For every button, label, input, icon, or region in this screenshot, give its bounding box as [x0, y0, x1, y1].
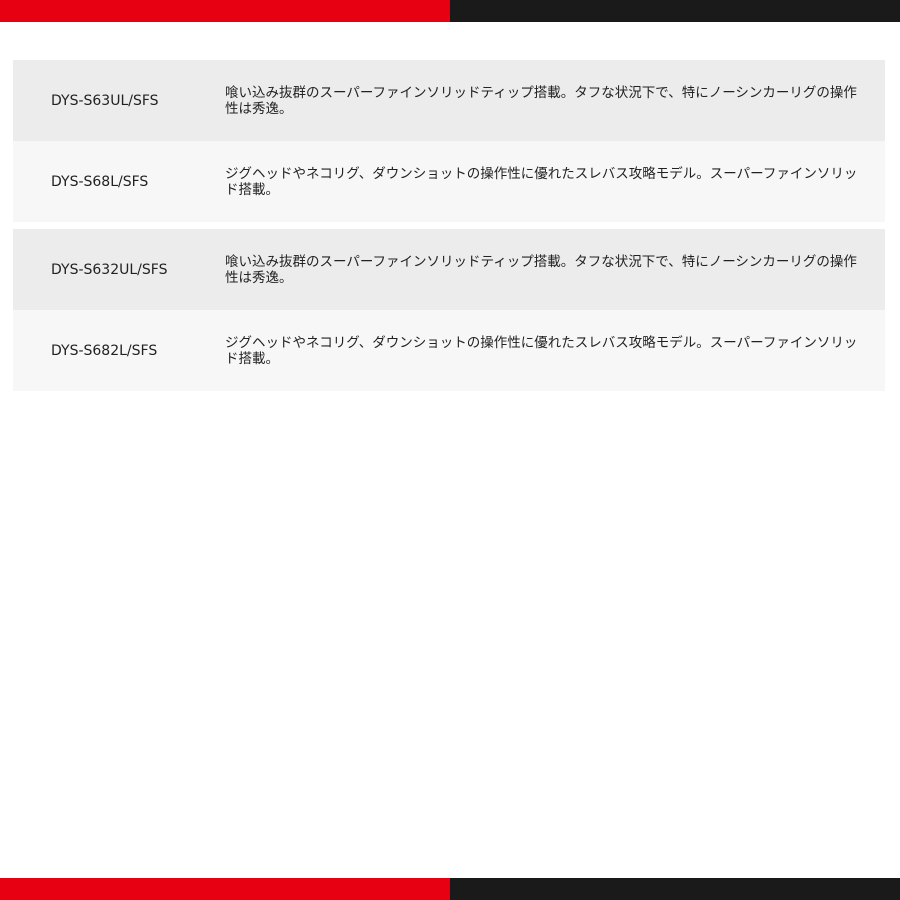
- model-name: DYS-S68L/SFS: [51, 173, 149, 190]
- model-description: ジグヘッドやネコリグ、ダウンショットの操作性に優れたスレバス攻略モデル。スーパー…: [225, 165, 858, 198]
- table-row: DYS-S63UL/SFS 喰い込み抜群のスーパーファインソリッドティップ搭載。…: [13, 60, 885, 141]
- model-description: 喰い込み抜群のスーパーファインソリッドティップ搭載。タフな状況下で、特にノーシン…: [225, 253, 857, 286]
- bottom-bar-red-segment: [0, 878, 450, 900]
- model-table: DYS-S63UL/SFS 喰い込み抜群のスーパーファインソリッドティップ搭載。…: [13, 60, 885, 391]
- model-name: DYS-S682L/SFS: [51, 342, 158, 359]
- top-bar-red-segment: [0, 0, 450, 22]
- model-description: 喰い込み抜群のスーパーファインソリッドティップ搭載。タフな状況下で、特にノーシン…: [225, 84, 857, 117]
- bottom-bar-black-segment: [450, 878, 900, 900]
- bottom-accent-bar: [0, 878, 900, 900]
- model-name: DYS-S632UL/SFS: [51, 261, 168, 278]
- table-row: DYS-S632UL/SFS 喰い込み抜群のスーパーファインソリッドティップ搭載…: [13, 229, 885, 310]
- model-description: ジグヘッドやネコリグ、ダウンショットの操作性に優れたスレバス攻略モデル。スーパー…: [225, 334, 858, 367]
- top-accent-bar: [0, 0, 900, 22]
- table-row: DYS-S682L/SFS ジグヘッドやネコリグ、ダウンショットの操作性に優れた…: [13, 310, 885, 391]
- top-bar-black-segment: [450, 0, 900, 22]
- table-row: DYS-S68L/SFS ジグヘッドやネコリグ、ダウンショットの操作性に優れたス…: [13, 141, 885, 222]
- model-name: DYS-S63UL/SFS: [51, 92, 159, 109]
